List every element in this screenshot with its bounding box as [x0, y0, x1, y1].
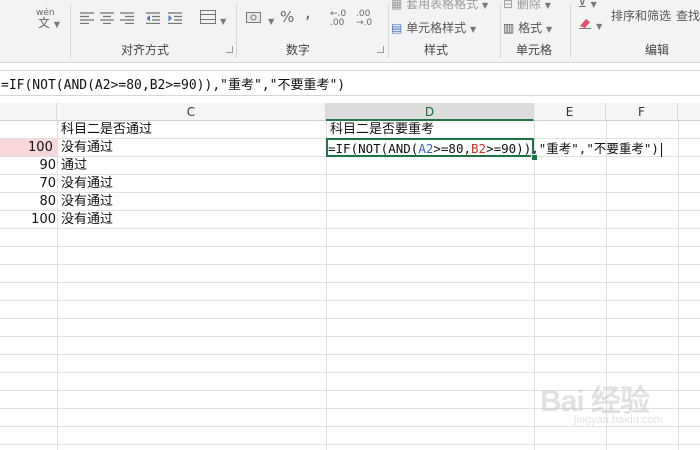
decrease-decimal-button[interactable]: .00 →.0	[356, 10, 372, 28]
find-select-button[interactable]: 查找	[676, 7, 700, 24]
alignment-launcher-icon[interactable]	[226, 46, 233, 53]
formula-bar-text[interactable]: =IF(NOT(AND(A2>=80,B2>=90)),"重考","不要重考")	[1, 74, 345, 93]
cell-styles-icon: ▤	[391, 21, 403, 35]
number-launcher-icon[interactable]	[377, 46, 384, 53]
watermark: Bai 经验 jingyan.baidu.com	[540, 376, 690, 430]
cell-b6[interactable]: 100	[0, 211, 56, 228]
column-header-d[interactable]: D	[326, 103, 534, 121]
autosum-icon[interactable]: ⊻ ▼	[578, 0, 597, 12]
delete-icon: ⊟	[503, 0, 514, 11]
cell-c2[interactable]: 没有通过	[61, 139, 113, 156]
group-label-number: 数字	[286, 43, 311, 57]
group-label-cells: 单元格	[516, 43, 553, 57]
group-label-editing: 编辑	[645, 43, 670, 57]
ref-a2: A2	[418, 141, 434, 156]
format-as-table-button[interactable]: ▦ 套用表格格式 ▼	[391, 0, 488, 12]
accounting-format-icon[interactable]: ▼	[246, 10, 274, 29]
cell-d2-edit-text[interactable]: =IF(NOT(AND(A2>=80,B2>=90)),"重考","不要重考")	[328, 140, 662, 157]
cell-c6[interactable]: 没有通过	[61, 211, 113, 228]
chevron-down-icon[interactable]: ▼	[596, 22, 602, 31]
decrease-indent-icon[interactable]	[146, 12, 160, 28]
increase-indent-icon[interactable]	[168, 12, 182, 28]
phonetic-char: 文 ▼	[38, 16, 60, 30]
watermark-url: jingyan.baidu.com	[574, 414, 663, 426]
cell-styles-button[interactable]: ▤ 单元格样式 ▼	[391, 19, 476, 36]
cell-b4[interactable]: 70	[0, 175, 56, 192]
cell-b3[interactable]: 90	[0, 157, 56, 174]
column-header-b[interactable]	[0, 103, 57, 121]
chevron-down-icon: ▼	[470, 25, 477, 34]
increase-decimal-button[interactable]: ←.0 .00	[330, 10, 346, 28]
chevron-down-icon[interactable]: ▼	[220, 17, 226, 26]
chevron-down-icon: ▼	[544, 1, 551, 10]
column-header-f[interactable]: F	[606, 103, 678, 121]
cell-c5[interactable]: 没有通过	[61, 193, 113, 210]
ref-b2: B2	[471, 141, 487, 156]
cell-c3[interactable]: 通过	[61, 157, 87, 174]
text-cursor	[660, 142, 662, 157]
chevron-down-icon: ▼	[546, 25, 553, 34]
format-cells-button[interactable]: ▥ 格式 ▼	[503, 19, 552, 36]
delete-cells-button[interactable]: ⊟ 删除 ▼	[503, 0, 551, 12]
cell-b2[interactable]: 100	[0, 139, 57, 156]
chevron-down-icon[interactable]: ▼	[591, 0, 597, 9]
chevron-down-icon[interactable]: ▼	[268, 17, 274, 26]
cell-d1[interactable]: 科目二是否要重考	[330, 121, 434, 138]
sort-filter-button[interactable]: 排序和筛选	[611, 7, 671, 24]
percent-button[interactable]: %	[280, 10, 294, 25]
format-icon: ▥	[503, 21, 515, 35]
ribbon: wén 文 ▼ ▼ 对齐方式 ▼ % , ←.0 .00 .00 →.0 数字 …	[0, 0, 700, 63]
column-header-c[interactable]: C	[57, 103, 326, 121]
align-right-icon[interactable]	[120, 12, 134, 28]
table-format-icon: ▦	[391, 0, 403, 11]
group-label-alignment: 对齐方式	[121, 43, 170, 57]
group-label-styles: 样式	[424, 43, 449, 57]
column-header-e[interactable]: E	[534, 103, 606, 121]
align-left-icon[interactable]	[80, 12, 94, 28]
merge-center-icon[interactable]: ▼	[200, 10, 226, 29]
cell-c1[interactable]: 科目二是否通过	[61, 121, 152, 138]
cell-b5[interactable]: 80	[0, 193, 56, 210]
column-header-g[interactable]	[678, 103, 700, 121]
clear-icon[interactable]: ▼	[578, 17, 602, 34]
cell-c4[interactable]: 没有通过	[61, 175, 113, 192]
fill-handle[interactable]	[531, 154, 538, 161]
align-center-icon[interactable]	[100, 12, 114, 28]
chevron-down-icon[interactable]: ▼	[54, 20, 60, 29]
chevron-down-icon: ▼	[482, 1, 489, 10]
formula-bar[interactable]: =IF(NOT(AND(A2>=80,B2>=90)),"重考","不要重考")	[0, 70, 700, 96]
comma-style-button[interactable]: ,	[305, 4, 311, 22]
